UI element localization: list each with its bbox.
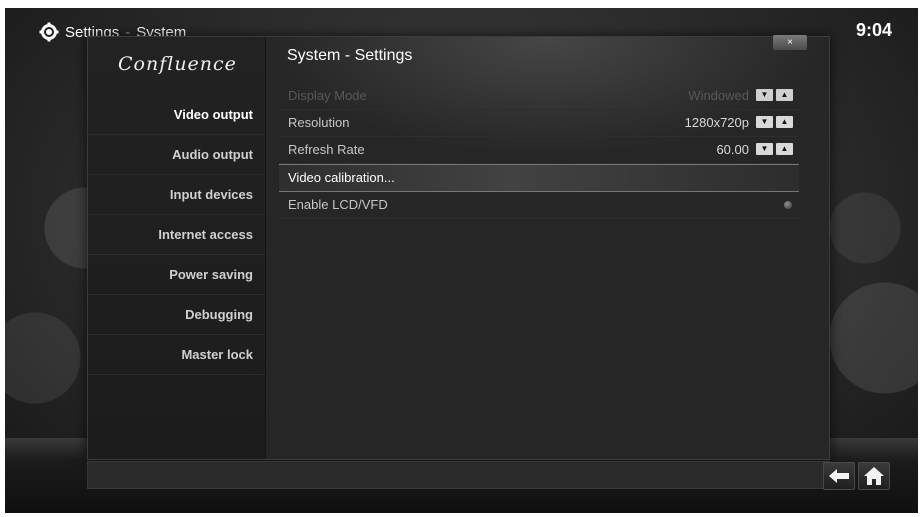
setting-video-calibration[interactable]: Video calibration... [279,164,799,192]
sidebar-item-power-saving[interactable]: Power saving [88,255,265,295]
setting-value: 60.00 [716,142,749,157]
sidebar-item-video-output[interactable]: Video output [88,95,265,135]
settings-dialog: Confluence Video output Audio output Inp… [87,35,830,460]
footer-panel [87,461,830,489]
back-arrow-icon [829,469,849,483]
setting-value: 1280x720p [684,115,749,130]
settings-list: Display Mode Windowed ▼ ▲ Resolution 128… [279,83,799,219]
setting-resolution[interactable]: Resolution 1280x720p ▼ ▲ [279,110,799,137]
spinner: ▼ ▲ [756,116,793,128]
spinner-down-icon[interactable]: ▼ [756,116,773,128]
dialog-title: System - Settings [287,47,413,64]
spinner-down-icon[interactable]: ▼ [756,89,773,101]
home-button[interactable] [858,462,890,490]
setting-label: Resolution [288,115,350,130]
spinner-up-icon[interactable]: ▲ [776,89,793,101]
back-button[interactable] [823,462,855,490]
home-icon [864,467,884,485]
spinner-down-icon[interactable]: ▼ [756,143,773,155]
setting-display-mode[interactable]: Display Mode Windowed ▼ ▲ [279,83,799,110]
setting-label: Video calibration... [288,170,395,185]
spinner: ▼ ▲ [756,143,793,155]
setting-label: Enable LCD/VFD [288,197,388,212]
sidebar-menu: Video output Audio output Input devices … [88,95,265,375]
spinner-up-icon[interactable]: ▲ [776,143,793,155]
radio-toggle[interactable] [784,201,792,209]
spinner-up-icon[interactable]: ▲ [776,116,793,128]
close-button[interactable]: × [773,35,807,50]
setting-label: Refresh Rate [288,142,365,157]
setting-enable-lcd-vfd[interactable]: Enable LCD/VFD [279,192,799,219]
setting-refresh-rate[interactable]: Refresh Rate 60.00 ▼ ▲ [279,137,799,164]
sidebar-item-internet-access[interactable]: Internet access [88,215,265,255]
gear-icon [39,22,59,42]
sidebar-item-debugging[interactable]: Debugging [88,295,265,335]
setting-value: Windowed [688,88,749,103]
clock: 9:04 [855,20,892,40]
settings-content: System - Settings × Display Mode Windowe… [266,35,829,459]
setting-label: Display Mode [288,88,367,103]
confluence-logo: Confluence [118,53,237,75]
sidebar: Confluence Video output Audio output Inp… [88,37,266,459]
spinner: ▼ ▲ [756,89,793,101]
sidebar-item-input-devices[interactable]: Input devices [88,175,265,215]
sidebar-item-audio-output[interactable]: Audio output [88,135,265,175]
sidebar-item-master-lock[interactable]: Master lock [88,335,265,375]
